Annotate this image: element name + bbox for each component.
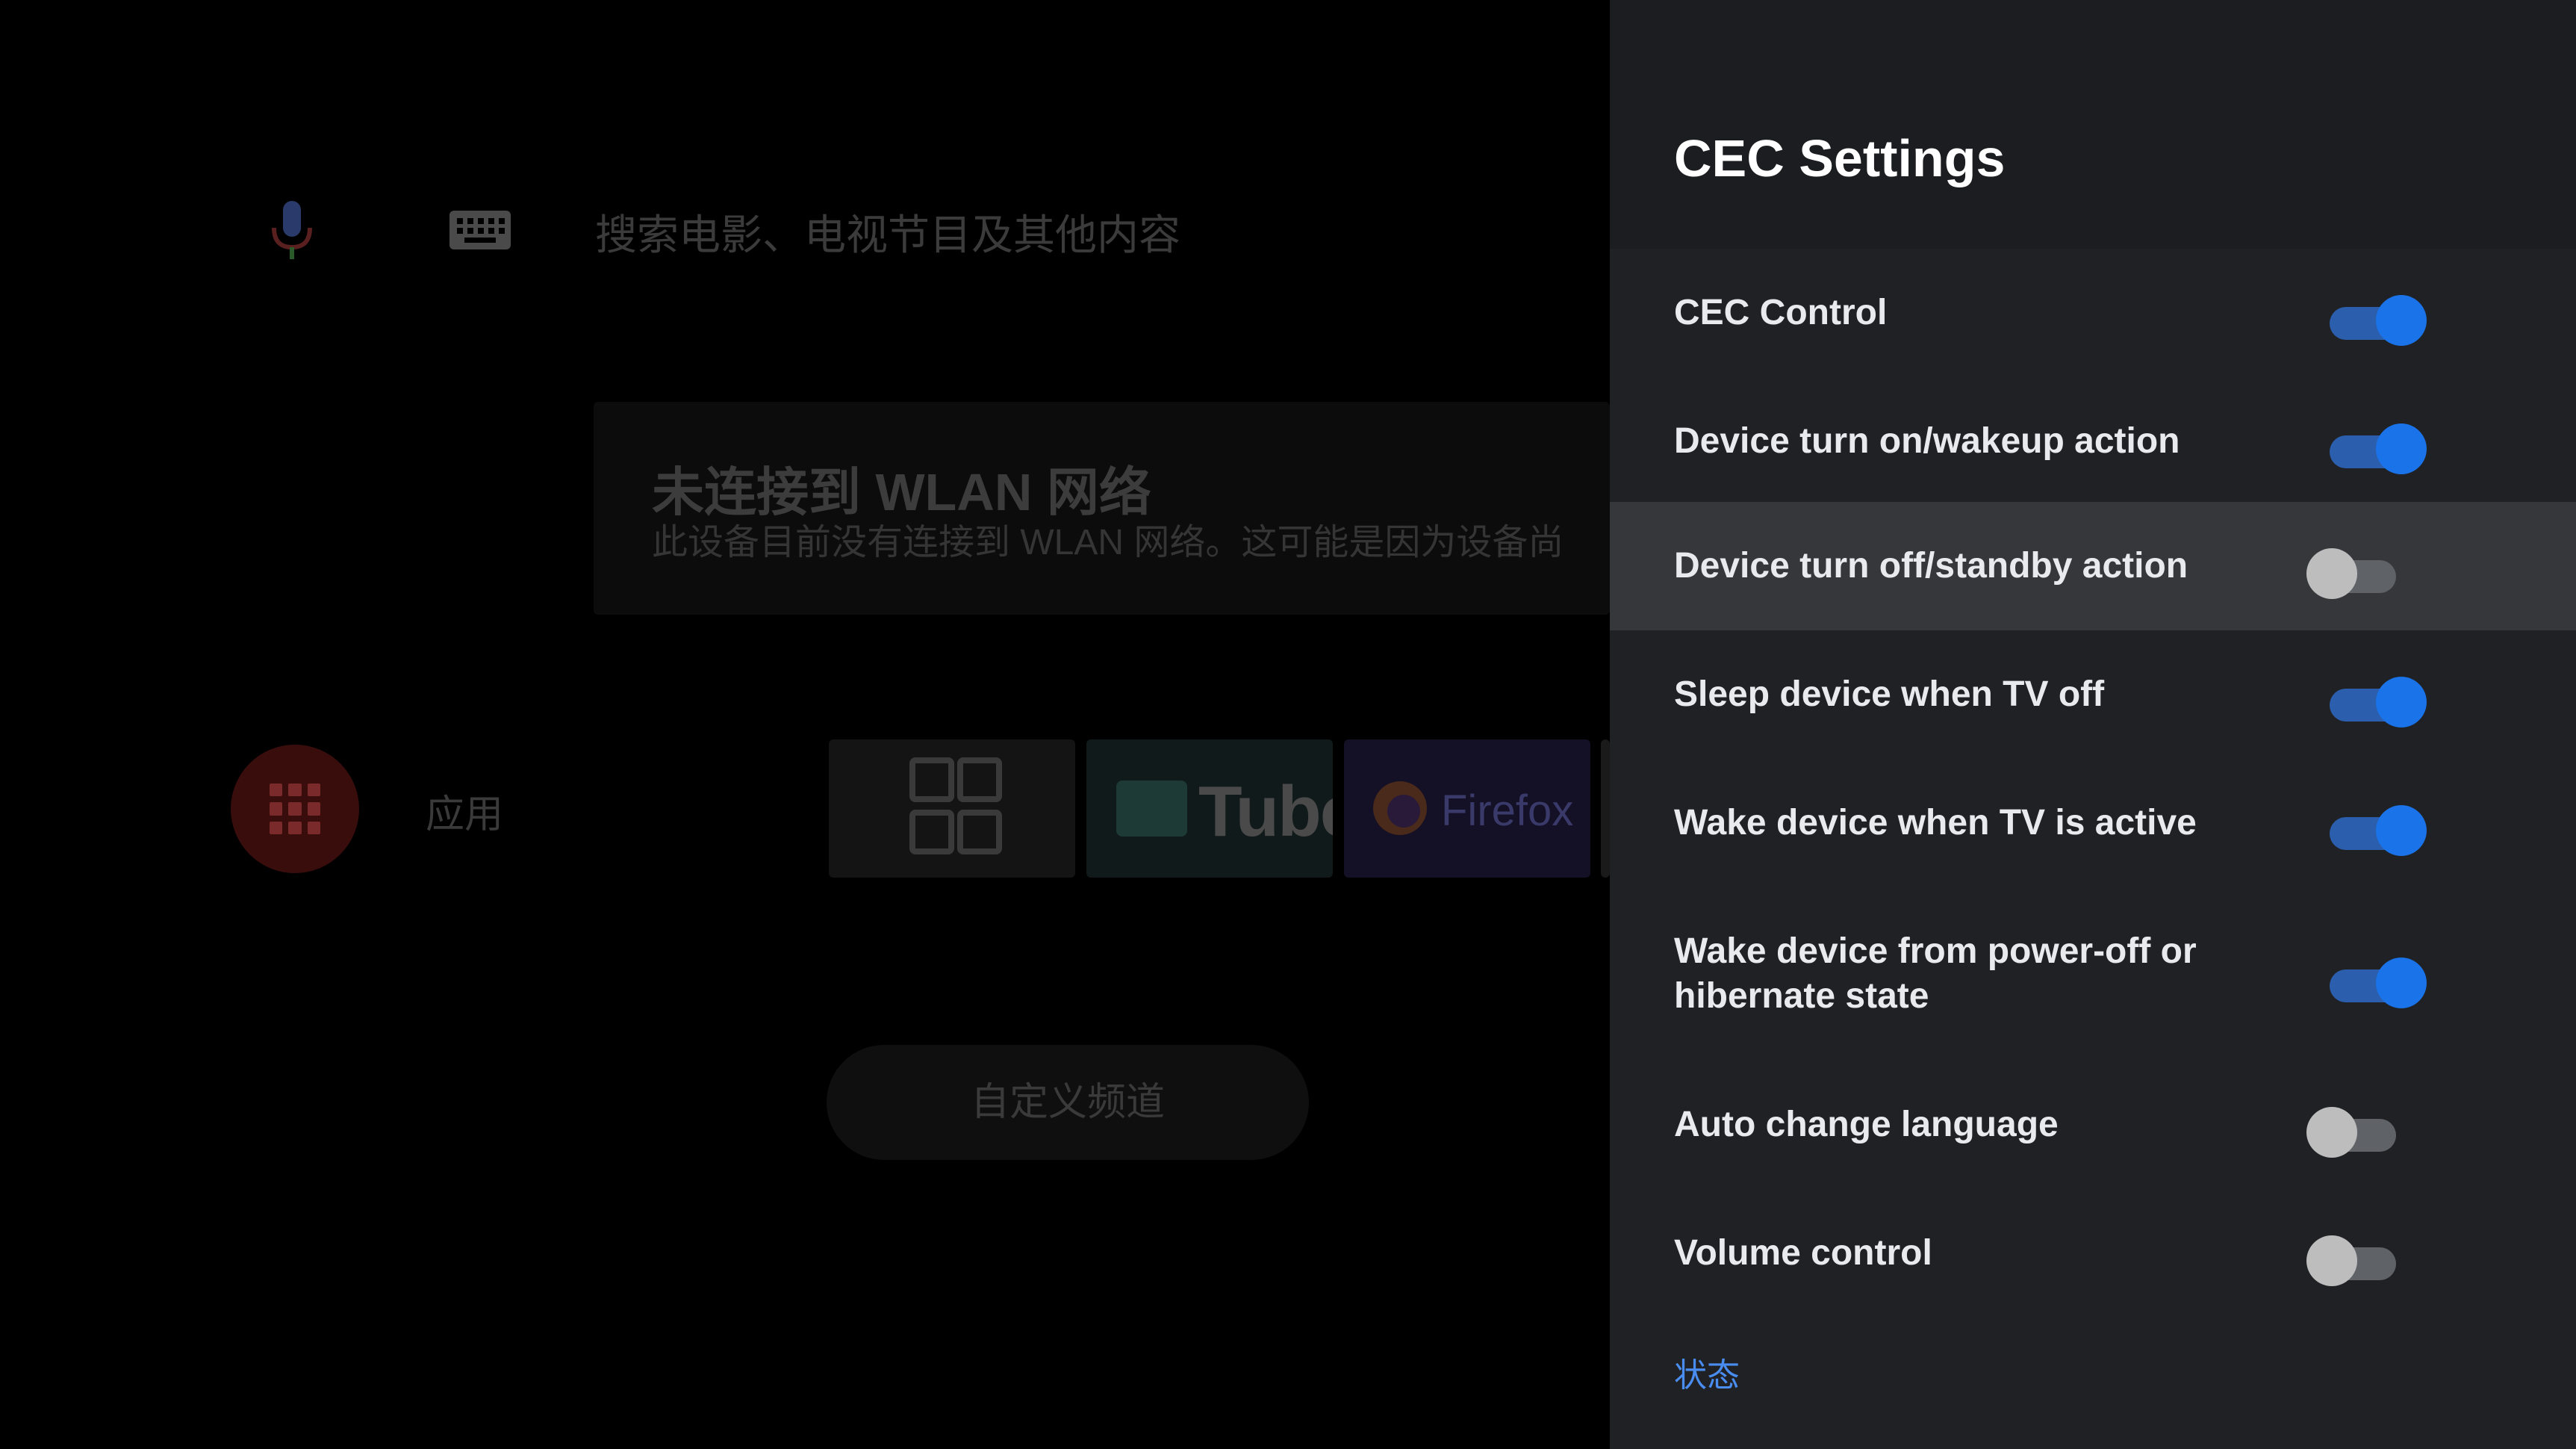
toggle-switch[interactable] xyxy=(2327,805,2427,856)
toggle-switch[interactable] xyxy=(2327,677,2427,727)
custom-channel-button[interactable]: 自定义频道 xyxy=(827,1045,1309,1160)
app-tile-label: Tube xyxy=(1198,772,1333,851)
wlan-subtitle: 此设备目前没有连接到 WLAN 网络。这可能是因为设备尚 xyxy=(652,523,1564,562)
toggle-switch[interactable] xyxy=(2306,1235,2401,1286)
app-tile-firefox[interactable]: Firefox xyxy=(1344,739,1590,878)
cec-settings-panel: CEC Settings CEC Control Device turn on/… xyxy=(1610,0,2576,1449)
apps-button[interactable] xyxy=(231,745,359,873)
apps-label: 应用 xyxy=(426,793,504,837)
toggle-switch[interactable] xyxy=(2327,958,2427,1008)
apps-grid-icon xyxy=(270,784,320,834)
app-tile-label: Firefox xyxy=(1441,786,1574,835)
setting-label: Wake device from power-off or xyxy=(1674,931,2197,971)
keyboard-icon[interactable] xyxy=(448,209,512,251)
toggle-switch[interactable] xyxy=(2306,548,2401,599)
setting-row-auto-change-language[interactable]: Auto change language xyxy=(1610,1061,2576,1189)
panel-title: CEC Settings xyxy=(1674,129,2006,187)
setting-row-wakeup-action[interactable]: Device turn on/wakeup action xyxy=(1610,377,2576,506)
setting-row-cec-control[interactable]: CEC Control xyxy=(1610,249,2576,377)
custom-channel-label: 自定义频道 xyxy=(970,1081,1165,1124)
setting-row-wake-when-tv-active[interactable]: Wake device when TV is active xyxy=(1610,759,2576,887)
setting-label: CEC Control xyxy=(1674,293,1888,332)
panel-header: CEC Settings xyxy=(1610,0,2576,249)
launcher-background: 搜索电影、电视节目及其他内容 未连接到 WLAN 网络 此设备目前没有连接到 W… xyxy=(0,0,1610,1449)
setting-row-sleep-when-tv-off[interactable]: Sleep device when TV off xyxy=(1610,630,2576,759)
setting-row-wake-from-power-off[interactable]: Wake device from power-off or hibernate … xyxy=(1610,887,2576,1061)
setting-row-standby-action[interactable]: Device turn off/standby action xyxy=(1610,502,2576,630)
grid-app-icon xyxy=(909,757,1002,854)
mic-icon[interactable] xyxy=(265,198,319,262)
search-hint[interactable]: 搜索电影、电视节目及其他内容 xyxy=(595,202,1180,262)
wlan-notification-card[interactable]: 未连接到 WLAN 网络 此设备目前没有连接到 WLAN 网络。这可能是因为设备… xyxy=(594,402,1610,615)
app-tile-grid[interactable] xyxy=(829,739,1075,878)
setting-label: Auto change language xyxy=(1674,1105,2059,1144)
app-tile-youtube[interactable]: Tube xyxy=(1086,739,1333,878)
status-link[interactable]: 状态 xyxy=(1674,1348,1740,1396)
setting-label: Device turn on/wakeup action xyxy=(1674,421,2180,461)
toggle-switch[interactable] xyxy=(2327,295,2427,346)
screen: 搜索电影、电视节目及其他内容 未连接到 WLAN 网络 此设备目前没有连接到 W… xyxy=(0,0,2576,1449)
toggle-switch[interactable] xyxy=(2306,1107,2401,1158)
app-tile-partial[interactable] xyxy=(1601,739,1610,878)
setting-label: Wake device when TV is active xyxy=(1674,803,2197,843)
setting-row-volume-control[interactable]: Volume control xyxy=(1610,1189,2576,1318)
setting-label-line2: hibernate state xyxy=(1674,976,1929,1016)
setting-label: Sleep device when TV off xyxy=(1674,674,2105,714)
setting-label: Device turn off/standby action xyxy=(1674,546,2188,586)
setting-label: Volume control xyxy=(1674,1233,1932,1273)
toggle-switch[interactable] xyxy=(2327,423,2427,474)
